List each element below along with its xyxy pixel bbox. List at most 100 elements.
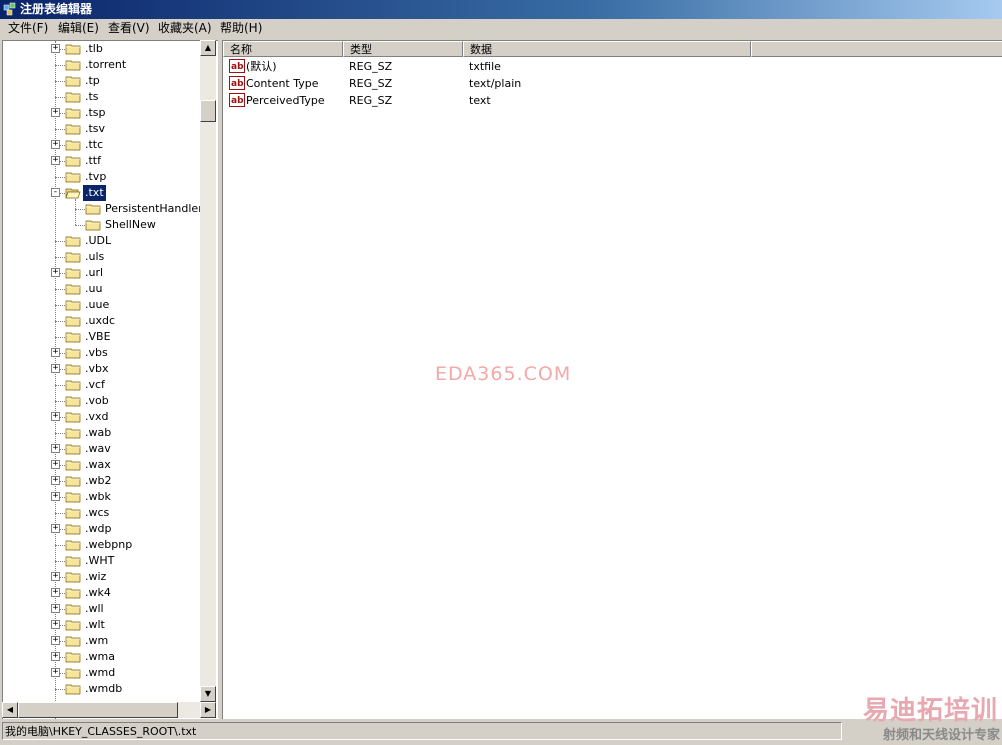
tree-item[interactable]: + .wmd	[3, 665, 203, 681]
menu-bar: 文件(F) 编辑(E) 查看(V) 收藏夹(A) 帮助(H)	[0, 19, 1002, 38]
expand-plus-icon[interactable]: +	[51, 108, 60, 117]
values-list[interactable]: 名称 类型 数据 ab (默认) REG_SZ txtfile ab Content Ty…	[222, 40, 1002, 719]
tree-item[interactable]: .WHT	[3, 553, 203, 569]
string-value-icon: ab	[229, 76, 245, 90]
tree-item[interactable]: + .wiz	[3, 569, 203, 585]
menu-file[interactable]: 文件(F)	[6, 21, 50, 36]
expand-plus-icon[interactable]: +	[51, 636, 60, 645]
tree-item[interactable]: + .tlb	[3, 41, 203, 57]
folder-icon	[65, 475, 81, 487]
tree-item[interactable]: + .wbk	[3, 489, 203, 505]
column-header-name[interactable]: 名称	[223, 41, 343, 57]
tree-item[interactable]: .ts	[3, 89, 203, 105]
tree-item[interactable]: + .vxd	[3, 409, 203, 425]
menu-help[interactable]: 帮助(H)	[218, 21, 264, 36]
scroll-down-icon[interactable]: ▼	[200, 686, 216, 702]
tree-item[interactable]: + .wk4	[3, 585, 203, 601]
corner-logo: 易迪拓培训 射频和天线设计专家	[848, 690, 1002, 745]
tree-horizontal-scrollbar[interactable]: ◀ ▶	[2, 702, 216, 718]
expand-plus-icon[interactable]: +	[51, 476, 60, 485]
expand-plus-icon[interactable]: +	[51, 268, 60, 277]
tree-item[interactable]: + .tsp	[3, 105, 203, 121]
tree-item-label: .wm	[85, 634, 109, 647]
registry-tree[interactable]: + .tlb .torrent .tp .ts + .tsp .tsv + .ttc + .ttf .t…	[2, 40, 219, 719]
tree-item[interactable]: + .wb2	[3, 473, 203, 489]
tree-item[interactable]: + .wdp	[3, 521, 203, 537]
tree-item[interactable]: + .vbs	[3, 345, 203, 361]
tree-vertical-scroll-thumb[interactable]	[200, 100, 216, 122]
expand-plus-icon[interactable]: +	[51, 444, 60, 453]
tree-item[interactable]: + .wm	[3, 633, 203, 649]
expand-plus-icon[interactable]: +	[51, 668, 60, 677]
expand-plus-icon[interactable]: +	[51, 140, 60, 149]
expand-plus-icon[interactable]: +	[51, 572, 60, 581]
tree-item[interactable]: .vcf	[3, 377, 203, 393]
scroll-left-icon[interactable]: ◀	[2, 702, 18, 718]
expand-plus-icon[interactable]: +	[51, 652, 60, 661]
tree-item[interactable]: + .wlt	[3, 617, 203, 633]
folder-icon	[65, 427, 81, 439]
tree-item[interactable]: .tsv	[3, 121, 203, 137]
tree-branch-line	[55, 545, 65, 546]
tree-item[interactable]: .wmdb	[3, 681, 203, 697]
collapse-minus-icon[interactable]: -	[51, 188, 60, 197]
tree-branch-line	[55, 337, 65, 338]
tree-item-label: .wax	[85, 458, 111, 471]
tree-item[interactable]: .wcs	[3, 505, 203, 521]
tree-item[interactable]: .torrent	[3, 57, 203, 73]
tree-item[interactable]: PersistentHandler	[3, 201, 203, 217]
expand-plus-icon[interactable]: +	[51, 364, 60, 373]
value-row[interactable]: ab PerceivedType REG_SZ text	[223, 92, 1002, 109]
expand-plus-icon[interactable]: +	[51, 156, 60, 165]
tree-item[interactable]: - .txt	[3, 184, 203, 202]
menu-favorites[interactable]: 收藏夹(A)	[156, 21, 214, 36]
tree-item[interactable]: + .wll	[3, 601, 203, 617]
tree-item[interactable]: + .url	[3, 265, 203, 281]
tree-item[interactable]: .tvp	[3, 169, 203, 185]
scroll-up-icon[interactable]: ▲	[200, 40, 216, 56]
tree-item[interactable]: + .vbx	[3, 361, 203, 377]
tree-item[interactable]: ShellNew	[3, 217, 203, 233]
expand-plus-icon[interactable]: +	[51, 620, 60, 629]
tree-item[interactable]: + .ttf	[3, 153, 203, 169]
expand-plus-icon[interactable]: +	[51, 492, 60, 501]
expand-plus-icon[interactable]: +	[51, 348, 60, 357]
menu-view[interactable]: 查看(V)	[106, 21, 152, 36]
tree-item[interactable]: .UDL	[3, 233, 203, 249]
menu-edit[interactable]: 编辑(E)	[56, 21, 101, 36]
string-value-icon: ab	[229, 59, 245, 73]
tree-item[interactable]: .VBE	[3, 329, 203, 345]
expand-plus-icon[interactable]: +	[51, 604, 60, 613]
tree-branch-line	[55, 561, 65, 562]
expand-plus-icon[interactable]: +	[51, 44, 60, 53]
expand-plus-icon[interactable]: +	[51, 412, 60, 421]
scroll-right-icon[interactable]: ▶	[200, 702, 216, 718]
column-header-data[interactable]: 数据	[463, 41, 751, 57]
tree-item[interactable]: + .wav	[3, 441, 203, 457]
tree-item[interactable]: .wab	[3, 425, 203, 441]
tree-item-label: .wb2	[85, 474, 112, 487]
string-value-icon: ab	[229, 93, 245, 107]
tree-item[interactable]: .uls	[3, 249, 203, 265]
tree-vertical-scrollbar[interactable]: ▲ ▼	[200, 40, 216, 702]
tree-item[interactable]: .uxdc	[3, 313, 203, 329]
tree-item[interactable]: .uu	[3, 281, 203, 297]
expand-plus-icon[interactable]: +	[51, 460, 60, 469]
value-row[interactable]: ab (默认) REG_SZ txtfile	[223, 58, 1002, 75]
tree-item-label: .uu	[85, 282, 103, 295]
tree-item[interactable]: .vob	[3, 393, 203, 409]
tree-branch-line	[55, 257, 65, 258]
tree-item[interactable]: .webpnp	[3, 537, 203, 553]
tree-item[interactable]: + .ttc	[3, 137, 203, 153]
tree-horizontal-scroll-thumb[interactable]	[18, 702, 178, 718]
tree-item[interactable]: .tp	[3, 73, 203, 89]
value-row[interactable]: ab Content Type REG_SZ text/plain	[223, 75, 1002, 92]
tree-item[interactable]: + .wma	[3, 649, 203, 665]
expand-plus-icon[interactable]: +	[51, 588, 60, 597]
tree-item-label: .UDL	[85, 234, 112, 247]
column-header-type[interactable]: 类型	[343, 41, 463, 57]
tree-item[interactable]: .uue	[3, 297, 203, 313]
expand-plus-icon[interactable]: +	[51, 524, 60, 533]
title-bar[interactable]: 注册表编辑器	[0, 0, 1002, 19]
tree-item[interactable]: + .wax	[3, 457, 203, 473]
